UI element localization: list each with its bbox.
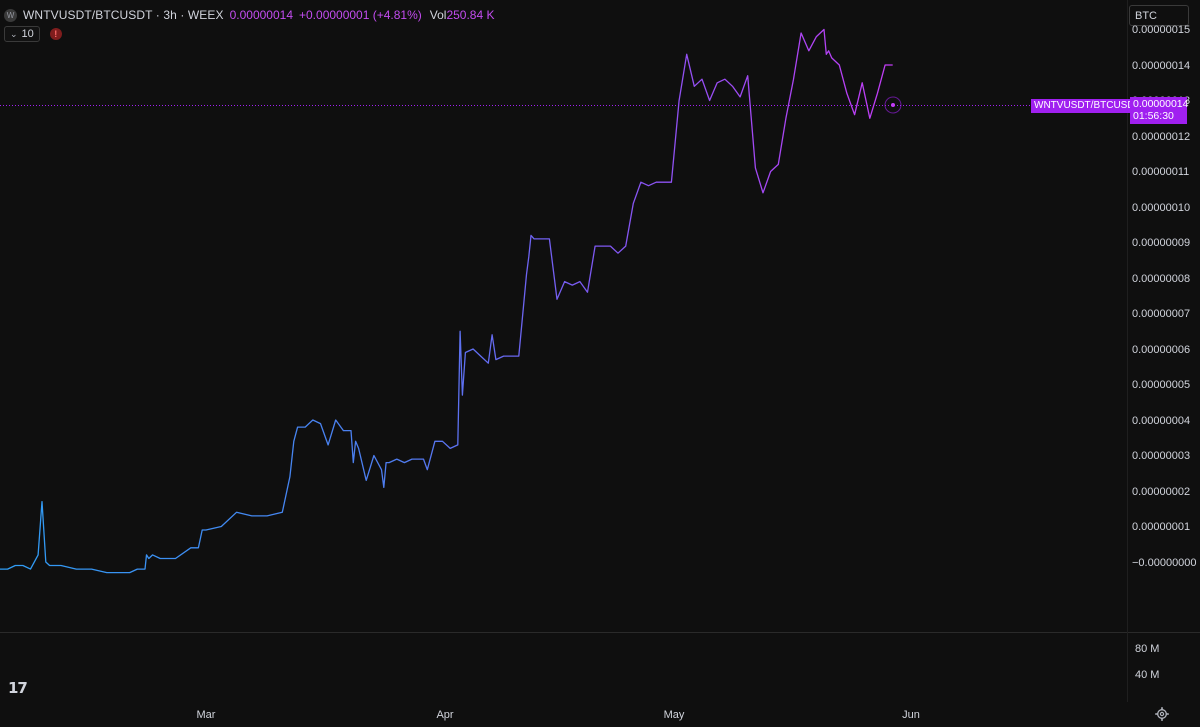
volume-value: 250.84 K xyxy=(446,8,495,22)
volume-label: Vol xyxy=(429,8,447,22)
price-axis-label: 0.00000001 xyxy=(1132,521,1191,533)
series-name-tag: WNTVUSDT/BTCUSDT xyxy=(1031,99,1144,113)
time-axis-label: May xyxy=(663,709,685,721)
price-axis-label: 0.00000012 xyxy=(1132,130,1191,143)
price-series-line xyxy=(0,28,893,574)
chevron-down-icon: ⌄ xyxy=(10,28,18,39)
price-chart[interactable] xyxy=(0,0,1200,727)
time-axis-label: Jun xyxy=(902,709,920,721)
volume-axis-label: 80 M xyxy=(1135,643,1160,655)
price-axis-label: 0.00000015 xyxy=(1132,24,1191,36)
symbol-legend[interactable]: W WNTVUSDT/BTCUSDT · 3h · WEEX 0.0000001… xyxy=(4,7,495,23)
price-axis-label: 0.00000011 xyxy=(1132,166,1190,178)
price-axis-label: 0.00000005 xyxy=(1132,379,1191,391)
series-layer xyxy=(0,28,893,574)
currency-selector[interactable]: BTC xyxy=(1129,5,1189,26)
price-axis-label: 0.00000006 xyxy=(1132,343,1191,356)
time-axis-label: Apr xyxy=(436,709,454,721)
last-price-tag-value: 0.00000014 xyxy=(1133,98,1189,110)
tradingview-logo-icon[interactable]: 17 xyxy=(8,679,28,697)
price-axis-label: 0.00000004 xyxy=(1132,414,1191,427)
price-axis-label: 0.00000002 xyxy=(1132,485,1191,498)
gear-icon[interactable] xyxy=(1155,707,1169,721)
last-price-tag: 0.00000014 01:56:30 xyxy=(1130,97,1189,124)
indicators-collapse-button[interactable]: ⌄ 10 xyxy=(4,26,40,42)
price-axis-label: 0.00000007 xyxy=(1132,308,1191,320)
exchange-logo-icon: W xyxy=(4,8,17,22)
price-change-value: +0.00000001 (+4.81%) xyxy=(299,8,422,22)
last-price-value: 0.00000014 xyxy=(229,8,293,22)
volume-axis-label: 40 M xyxy=(1135,669,1160,681)
price-axis-label: 0.00000010 xyxy=(1132,201,1191,214)
indicators-count: 10 xyxy=(21,28,34,40)
price-axis-label: 0.00000014 xyxy=(1132,59,1191,72)
price-axis-label: −0.00000000 xyxy=(1132,556,1197,569)
price-axis-label: 0.00000008 xyxy=(1132,272,1191,285)
price-axis-label: 0.00000016 xyxy=(1132,0,1190,1)
price-axis-label: 0.00000003 xyxy=(1132,450,1191,462)
bar-countdown: 01:56:30 xyxy=(1133,110,1174,122)
last-price-marker xyxy=(891,103,895,107)
time-axis-label: Mar xyxy=(196,709,216,721)
price-axis-label: 0.00000009 xyxy=(1132,237,1191,249)
symbol-title[interactable]: WNTVUSDT/BTCUSDT · 3h · WEEX xyxy=(23,8,224,22)
warning-icon[interactable]: ! xyxy=(49,28,62,40)
indicator-bar: ⌄ 10 ! xyxy=(4,26,62,42)
